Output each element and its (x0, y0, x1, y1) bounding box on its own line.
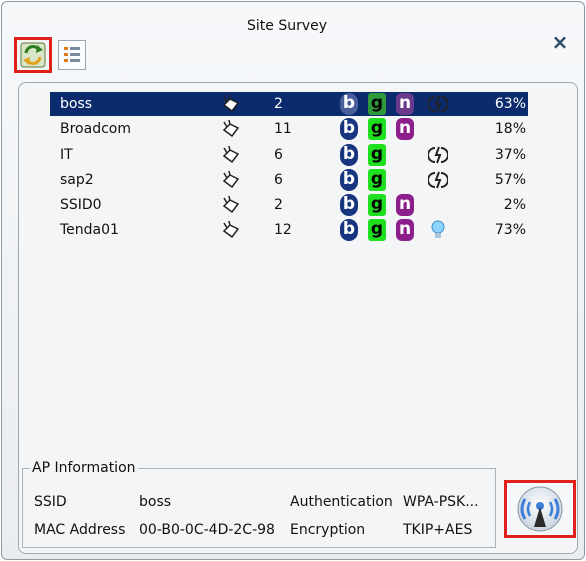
802-11b-icon: b (340, 169, 358, 191)
802-11n-icon: n (396, 219, 414, 241)
network-row[interactable]: sap2 6 b g 57% (50, 168, 528, 192)
signal-strength: 2% (503, 197, 526, 213)
802-11n-icon: n (396, 93, 414, 115)
network-row[interactable]: SSID0 2 b g n 2% (50, 193, 528, 217)
lock-hand-icon (220, 144, 242, 166)
wps-icon (427, 144, 449, 166)
list-view-icon (64, 47, 80, 62)
network-ssid: Broadcom (60, 121, 131, 137)
network-row[interactable]: Tenda01 12 b g n 73% (50, 218, 528, 242)
network-ssid: Tenda01 (60, 222, 119, 238)
extra-icon (428, 118, 448, 140)
wps-icon (427, 169, 449, 191)
mac-address-value: 00-B0-0C-4D-2C-98 (139, 522, 275, 538)
signal-strength: 37% (494, 147, 526, 163)
802-11n-icon: n (396, 118, 414, 140)
network-channel: 2 (274, 96, 283, 112)
lock-hand-icon (220, 118, 242, 140)
ssid-value: boss (139, 494, 172, 510)
network-channel: 6 (274, 172, 283, 188)
802-11g-icon: g (368, 219, 386, 241)
802-11n-icon: n (396, 194, 414, 216)
close-button[interactable]: × (548, 30, 572, 54)
authentication-label: Authentication (290, 494, 393, 510)
network-row[interactable]: IT 6 b g 37% (50, 143, 528, 167)
wireless-antenna-icon (517, 486, 563, 532)
refresh-button[interactable] (14, 37, 52, 73)
wps-icon (427, 93, 449, 115)
lock-hand-icon (220, 169, 242, 191)
lock-hand-icon (220, 219, 242, 241)
network-channel: 6 (274, 147, 283, 163)
signal-strength: 57% (494, 172, 526, 188)
network-row[interactable]: boss 2 b g n 63% (50, 92, 528, 116)
ssid-label: SSID (34, 494, 67, 510)
network-list: boss 2 b g n 63% Broadcom 11 b g n 18% I… (30, 90, 570, 440)
ap-information-legend: AP Information (30, 460, 138, 476)
802-11g-icon: g (368, 194, 386, 216)
network-ssid: SSID0 (60, 197, 102, 213)
network-row[interactable]: Broadcom 11 b g n 18% (50, 117, 528, 141)
802-11g-icon: g (368, 144, 386, 166)
encryption-label: Encryption (290, 522, 366, 538)
signal-strength: 73% (494, 222, 526, 238)
802-11g-icon: g (368, 169, 386, 191)
lock-hand-icon (220, 194, 242, 216)
refresh-icon (20, 42, 46, 68)
window-title: Site Survey (246, 18, 328, 34)
lock-hand-icon (220, 93, 242, 115)
encryption-value: TKIP+AES (403, 522, 473, 538)
802-11b-icon: b (340, 118, 358, 140)
signal-strength: 63% (494, 96, 526, 112)
network-channel: 12 (274, 222, 292, 238)
802-11b-icon: b (340, 93, 358, 115)
802-11g-icon: g (368, 118, 386, 140)
connect-button[interactable] (504, 480, 576, 538)
signal-strength: 18% (494, 121, 526, 137)
mac-address-label: MAC Address (34, 522, 126, 538)
802-11g-icon: g (368, 93, 386, 115)
802-11b-icon: b (340, 219, 358, 241)
802-11b-icon: b (340, 194, 358, 216)
authentication-value: WPA-PSK... (403, 494, 479, 510)
network-ssid: boss (60, 96, 93, 112)
802-11b-icon: b (340, 144, 358, 166)
network-ssid: sap2 (60, 172, 94, 188)
network-channel: 11 (274, 121, 292, 137)
network-ssid: IT (60, 147, 73, 163)
list-view-button[interactable] (58, 40, 86, 70)
light-bulb-icon (428, 219, 448, 241)
network-channel: 2 (274, 197, 283, 213)
